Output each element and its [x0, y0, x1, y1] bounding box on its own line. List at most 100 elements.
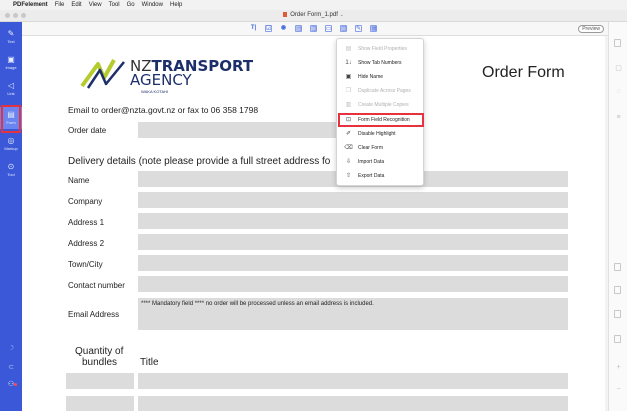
account-icon[interactable]: ⚇ [0, 380, 22, 388]
address2-label: Address 2 [68, 239, 105, 248]
form-options-menu: ▤ Show Field Properties 1↓ Show Tab Number… [336, 38, 424, 186]
highlighted-menu-item-outline [338, 113, 424, 127]
multiple-copies-icon: ▥ [345, 102, 352, 108]
window-title-bar: Order Form_1.pdf ⌄ [0, 10, 627, 22]
menu-edit[interactable]: Edit [71, 2, 81, 8]
menu-item-show-field-properties[interactable]: ▤ Show Field Properties [341, 42, 421, 56]
menu-item-show-tab-numbers[interactable]: 1↓ Show Tab Numbers [341, 56, 421, 70]
sidebar-item-label: Link [7, 91, 15, 96]
signature-field-icon[interactable]: ✎ [355, 25, 362, 32]
checkbox-icon[interactable]: ☑ [265, 25, 272, 32]
menu-item-label: Disable Highlight [358, 131, 396, 137]
logo-swoosh-icon [80, 59, 125, 89]
title-field-1[interactable] [138, 373, 568, 389]
logo-text-line2: AGENCY [130, 71, 192, 89]
menu-item-create-multiple-copies[interactable]: ▥ Create Multiple Copies [341, 98, 421, 112]
image-field-icon[interactable]: ▧ [340, 25, 347, 32]
text-edit-icon: ✎ [7, 29, 15, 38]
page-thumb-icon[interactable] [614, 310, 621, 318]
address1-field[interactable] [138, 213, 568, 229]
title-field-2[interactable] [138, 396, 568, 411]
quantity-label-line2: bundles [82, 357, 118, 368]
collapse-icon[interactable]: ⊂ [0, 363, 22, 371]
menu-item-export-data[interactable]: ⇧ Export Data [341, 169, 421, 183]
zoom-out-icon[interactable]: − [615, 386, 622, 393]
sidebar-item-tool[interactable]: ⊙ Tool [0, 159, 22, 181]
email-address-label: Email Address [68, 310, 120, 319]
menu-tool[interactable]: Tool [109, 2, 120, 8]
left-tool-sidebar: ✎ Text ▣ Image ◁ Link ▤ Form ◎ Markup ⊙ … [0, 22, 22, 411]
menu-help[interactable]: Help [170, 2, 182, 8]
email-instructions: Email to order@nzta.govt.nz or fax to 06… [68, 105, 259, 115]
preview-button[interactable]: Preview [578, 25, 604, 33]
menu-view[interactable]: View [89, 2, 102, 8]
menu-item-duplicate-across-pages[interactable]: ❐ Duplicate Across Pages [341, 84, 421, 98]
title-chevron-down-icon[interactable]: ⌄ [340, 12, 344, 18]
menu-item-label: Show Field Properties [358, 46, 407, 52]
window-title: Order Form_1.pdf ⌄ [0, 12, 627, 18]
field-properties-icon: ▤ [345, 46, 352, 52]
menu-item-label: Export Data [358, 173, 385, 179]
menu-go[interactable]: Go [127, 2, 135, 8]
import-icon: ⇩ [345, 159, 352, 165]
active-tool-highlight [1, 105, 21, 133]
sidebar-item-label: Image [5, 65, 17, 70]
sidebar-item-label: Markup [4, 146, 18, 151]
logo-text-line3: WAKA KOTAHI [141, 89, 169, 94]
town-city-field[interactable] [138, 255, 568, 271]
dark-mode-icon[interactable]: ☽ [0, 344, 22, 352]
menu-item-label: Clear Form [358, 145, 384, 151]
comment-panel-icon[interactable]: ▢ [615, 65, 622, 72]
order-date-field[interactable] [138, 122, 338, 138]
page-thumb-icon[interactable] [614, 335, 621, 343]
quantity-field-1[interactable] [66, 373, 134, 389]
tool-icon: ⊙ [7, 162, 15, 171]
menu-item-hide-name[interactable]: ▣ Hide Name [341, 70, 421, 84]
name-label: Name [68, 176, 90, 185]
more-form-icon[interactable]: ▦ [370, 25, 377, 32]
list-panel-icon[interactable]: ≡ [615, 114, 622, 121]
attachment-panel-icon[interactable]: ◌ [615, 88, 622, 95]
menu-window[interactable]: Window [142, 2, 163, 8]
radio-button-icon[interactable]: ◉ [280, 25, 287, 32]
combo-box-icon[interactable]: ▤ [295, 25, 302, 32]
address2-field[interactable] [138, 234, 568, 250]
contact-number-field[interactable] [138, 276, 568, 292]
quantity-label-line1: Quantity of [75, 346, 124, 357]
menu-file[interactable]: File [55, 2, 65, 8]
clear-form-icon: ⌫ [344, 145, 353, 151]
hide-name-icon: ▣ [345, 74, 352, 80]
menu-item-label: Hide Name [358, 74, 384, 80]
email-mandatory-notice: **** Mandatory field **** no order will … [141, 301, 374, 307]
quantity-field-2[interactable] [66, 396, 134, 411]
menu-item-clear-form[interactable]: ⌫ Clear Form [341, 141, 421, 155]
page-thumb-icon[interactable] [614, 263, 621, 271]
sidebar-item-link[interactable]: ◁ Link [0, 78, 22, 100]
sidebar-item-label: Tool [7, 172, 15, 177]
list-box-icon[interactable]: ▥ [310, 25, 317, 32]
export-icon: ⇧ [345, 173, 352, 179]
contact-number-label: Contact number [68, 281, 125, 290]
duplicate-icon: ❐ [345, 88, 352, 94]
form-toolbar: T| ☑ ◉ ▤ ▥ ▭ ▧ ✎ ▦ Preview [22, 22, 608, 36]
email-address-field[interactable]: **** Mandatory field **** no order will … [138, 298, 568, 330]
title-column-label: Title [140, 357, 159, 368]
properties-panel-icon[interactable] [614, 39, 621, 47]
company-field[interactable] [138, 192, 568, 208]
app-menu[interactable]: PDFelement [13, 2, 48, 8]
zoom-in-icon[interactable]: + [615, 364, 622, 371]
company-label: Company [68, 197, 103, 206]
button-icon[interactable]: ▭ [325, 25, 332, 32]
menu-item-label: Create Multiple Copies [358, 102, 409, 108]
sidebar-item-markup[interactable]: ◎ Markup [0, 133, 22, 155]
page-thumb-icon[interactable] [614, 286, 621, 294]
menu-item-import-data[interactable]: ⇩ Import Data [341, 155, 421, 169]
sidebar-item-text[interactable]: ✎ Text [0, 26, 22, 48]
sidebar-item-image[interactable]: ▣ Image [0, 52, 22, 74]
menu-item-disable-highlight[interactable]: ✐ Disable Highlight [341, 127, 421, 141]
app-window: PDFelement File Edit View Tool Go Window… [0, 0, 627, 411]
text-field-icon[interactable]: T| [250, 25, 257, 32]
pdf-document-icon [283, 12, 288, 17]
notification-dot [14, 383, 17, 386]
delivery-heading: Delivery details (note please provide a … [68, 156, 331, 167]
